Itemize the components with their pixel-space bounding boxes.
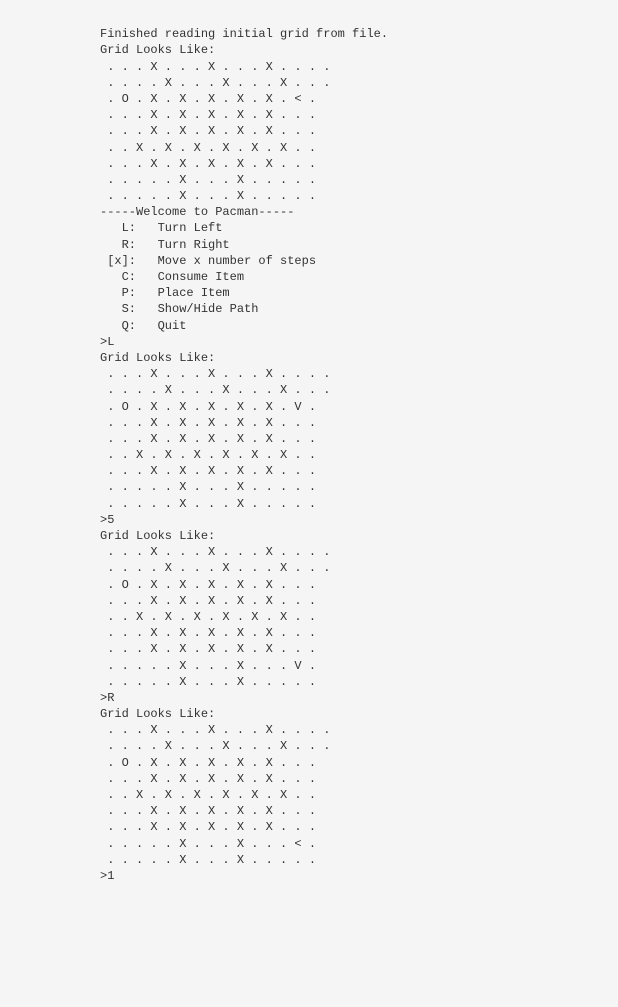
terminal-text: Finished reading initial grid from file.… [100,27,388,883]
terminal-output: Finished reading initial grid from file.… [100,26,608,884]
